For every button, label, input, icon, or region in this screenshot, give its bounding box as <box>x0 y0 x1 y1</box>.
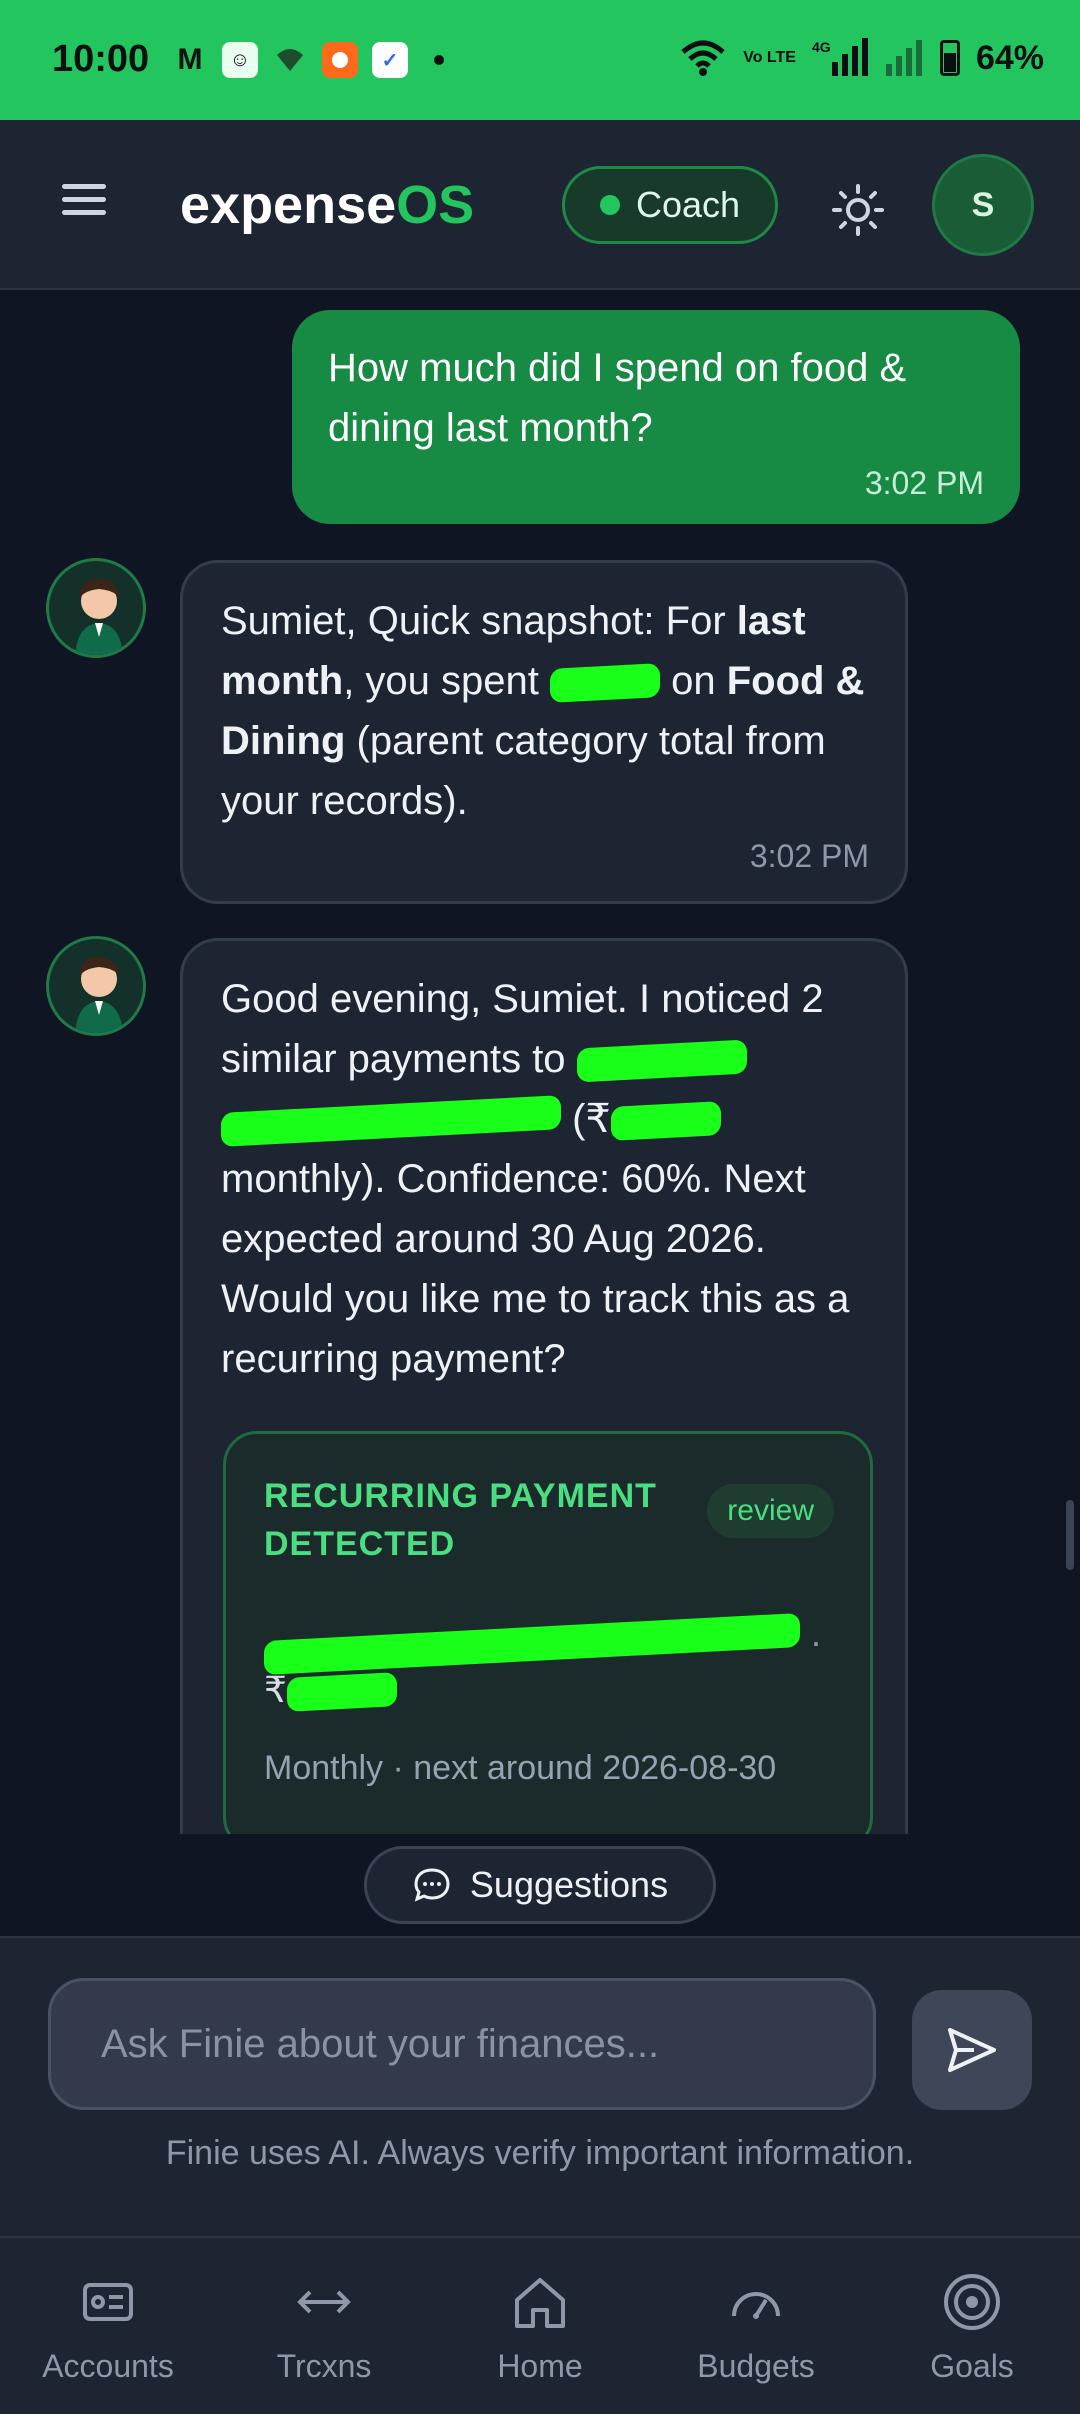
send-icon <box>948 2028 996 2072</box>
redacted-merchant <box>264 1613 800 1676</box>
nav-label: Home <box>497 2348 583 2384</box>
theme-toggle-button[interactable] <box>828 180 888 240</box>
orange-app-icon <box>322 42 358 78</box>
nav-goals[interactable]: Goals <box>864 2238 1080 2414</box>
nav-label: Trcxns <box>276 2348 372 2384</box>
user-message-text: How much did I spend on food & dining la… <box>328 346 907 450</box>
notification-icons: M ☺ ✓ <box>172 42 444 78</box>
nav-label: Budgets <box>697 2348 815 2384</box>
redacted-amount <box>286 1672 397 1713</box>
bottom-navigation: Accounts Trcxns Home Budgets Goals <box>0 2236 1080 2414</box>
home-icon <box>510 2272 570 2332</box>
user-avatar[interactable]: S <box>932 154 1034 256</box>
recurring-card-title: RECURRING PAYMENT DETECTED <box>264 1477 657 1563</box>
bot-message: Sumiet, Quick snapshot: For last month, … <box>180 560 908 904</box>
budgets-icon <box>726 2272 786 2332</box>
bot-message-text: Good evening, Sumiet. I noticed 2 simila… <box>221 977 850 1381</box>
logo-prefix: expense <box>180 175 397 235</box>
chat-thread[interactable]: How much did I spend on food & dining la… <box>0 290 1080 1834</box>
composer: Finie uses AI. Always verify important i… <box>0 1936 1080 2236</box>
signal-icon-2 <box>885 40 922 76</box>
battery-percent: 64% <box>975 38 1044 77</box>
nav-label: Goals <box>930 2348 1014 2384</box>
system-indicators: Vo LTE 4G 64% <box>679 38 1044 78</box>
redacted-merchant <box>576 1039 747 1083</box>
nav-label: Accounts <box>42 2348 174 2384</box>
signal-icon: 4G <box>812 38 868 76</box>
send-button[interactable] <box>912 1990 1032 2110</box>
goals-icon <box>942 2272 1002 2332</box>
chat-bubble-icon <box>414 1868 450 1902</box>
redacted-amount <box>549 663 660 704</box>
sun-icon <box>832 184 884 236</box>
nav-accounts[interactable]: Accounts <box>0 2238 216 2414</box>
gmail-icon: M <box>177 43 203 76</box>
message-time: 3:02 PM <box>864 465 984 501</box>
coach-mode-toggle[interactable]: Coach <box>562 166 778 244</box>
nav-transactions[interactable]: Trcxns <box>216 2238 432 2414</box>
recurring-merchant: · ₹ <box>264 1613 832 1714</box>
suggestions-button[interactable]: Suggestions <box>364 1846 716 1924</box>
redacted-amount <box>610 1101 721 1142</box>
status-time: 10:00 <box>52 38 150 80</box>
redacted-merchant <box>221 1095 561 1148</box>
recurring-currency: ₹ <box>264 1669 287 1710</box>
finie-avatar <box>46 936 146 1036</box>
suggestions-label: Suggestions <box>469 1864 669 1905</box>
user-message: How much did I spend on food & dining la… <box>292 310 1020 524</box>
message-time: 3:02 PM <box>749 838 869 874</box>
status-bar: 10:00 M ☺ ✓ Vo LTE 4G 64% <box>0 0 1080 120</box>
app-notification-icon: ☺ <box>222 42 258 78</box>
svg-text:4G: 4G <box>812 39 831 55</box>
more-notifications-icon <box>434 55 444 65</box>
nav-home[interactable]: Home <box>432 2238 648 2414</box>
chat-scrollbar[interactable] <box>1066 1500 1074 1570</box>
app-header: expenseOS Coach S <box>0 120 1080 290</box>
volte-indicator: Vo LTE <box>743 49 796 66</box>
review-badge[interactable]: review <box>707 1484 834 1538</box>
bot-message-text: Sumiet, Quick snapshot: For last month, … <box>221 599 865 823</box>
task-app-icon: ✓ <box>372 42 408 78</box>
chat-input[interactable] <box>48 1978 876 2110</box>
recurring-frequency: Monthly · next around 2026-08-30 <box>264 1749 777 1787</box>
transactions-icon <box>294 2272 354 2332</box>
bot-message: Good evening, Sumiet. I noticed 2 simila… <box>180 938 908 1834</box>
nav-budgets[interactable]: Budgets <box>648 2238 864 2414</box>
ai-disclaimer: Finie uses AI. Always verify important i… <box>165 2134 915 2172</box>
coach-label: Coach <box>635 184 741 225</box>
accounts-icon <box>78 2272 138 2332</box>
battery-icon <box>939 40 960 76</box>
coach-status-dot <box>599 195 620 215</box>
recurring-payment-card[interactable]: RECURRING PAYMENT DETECTED review · ₹ Mo… <box>223 1431 873 1834</box>
wifi-icon <box>681 40 725 76</box>
app-logo: expenseOS <box>180 174 474 236</box>
logo-accent: OS <box>396 175 475 235</box>
menu-button[interactable] <box>62 176 132 236</box>
finie-avatar <box>46 558 146 658</box>
wifi-question-icon <box>272 42 308 78</box>
